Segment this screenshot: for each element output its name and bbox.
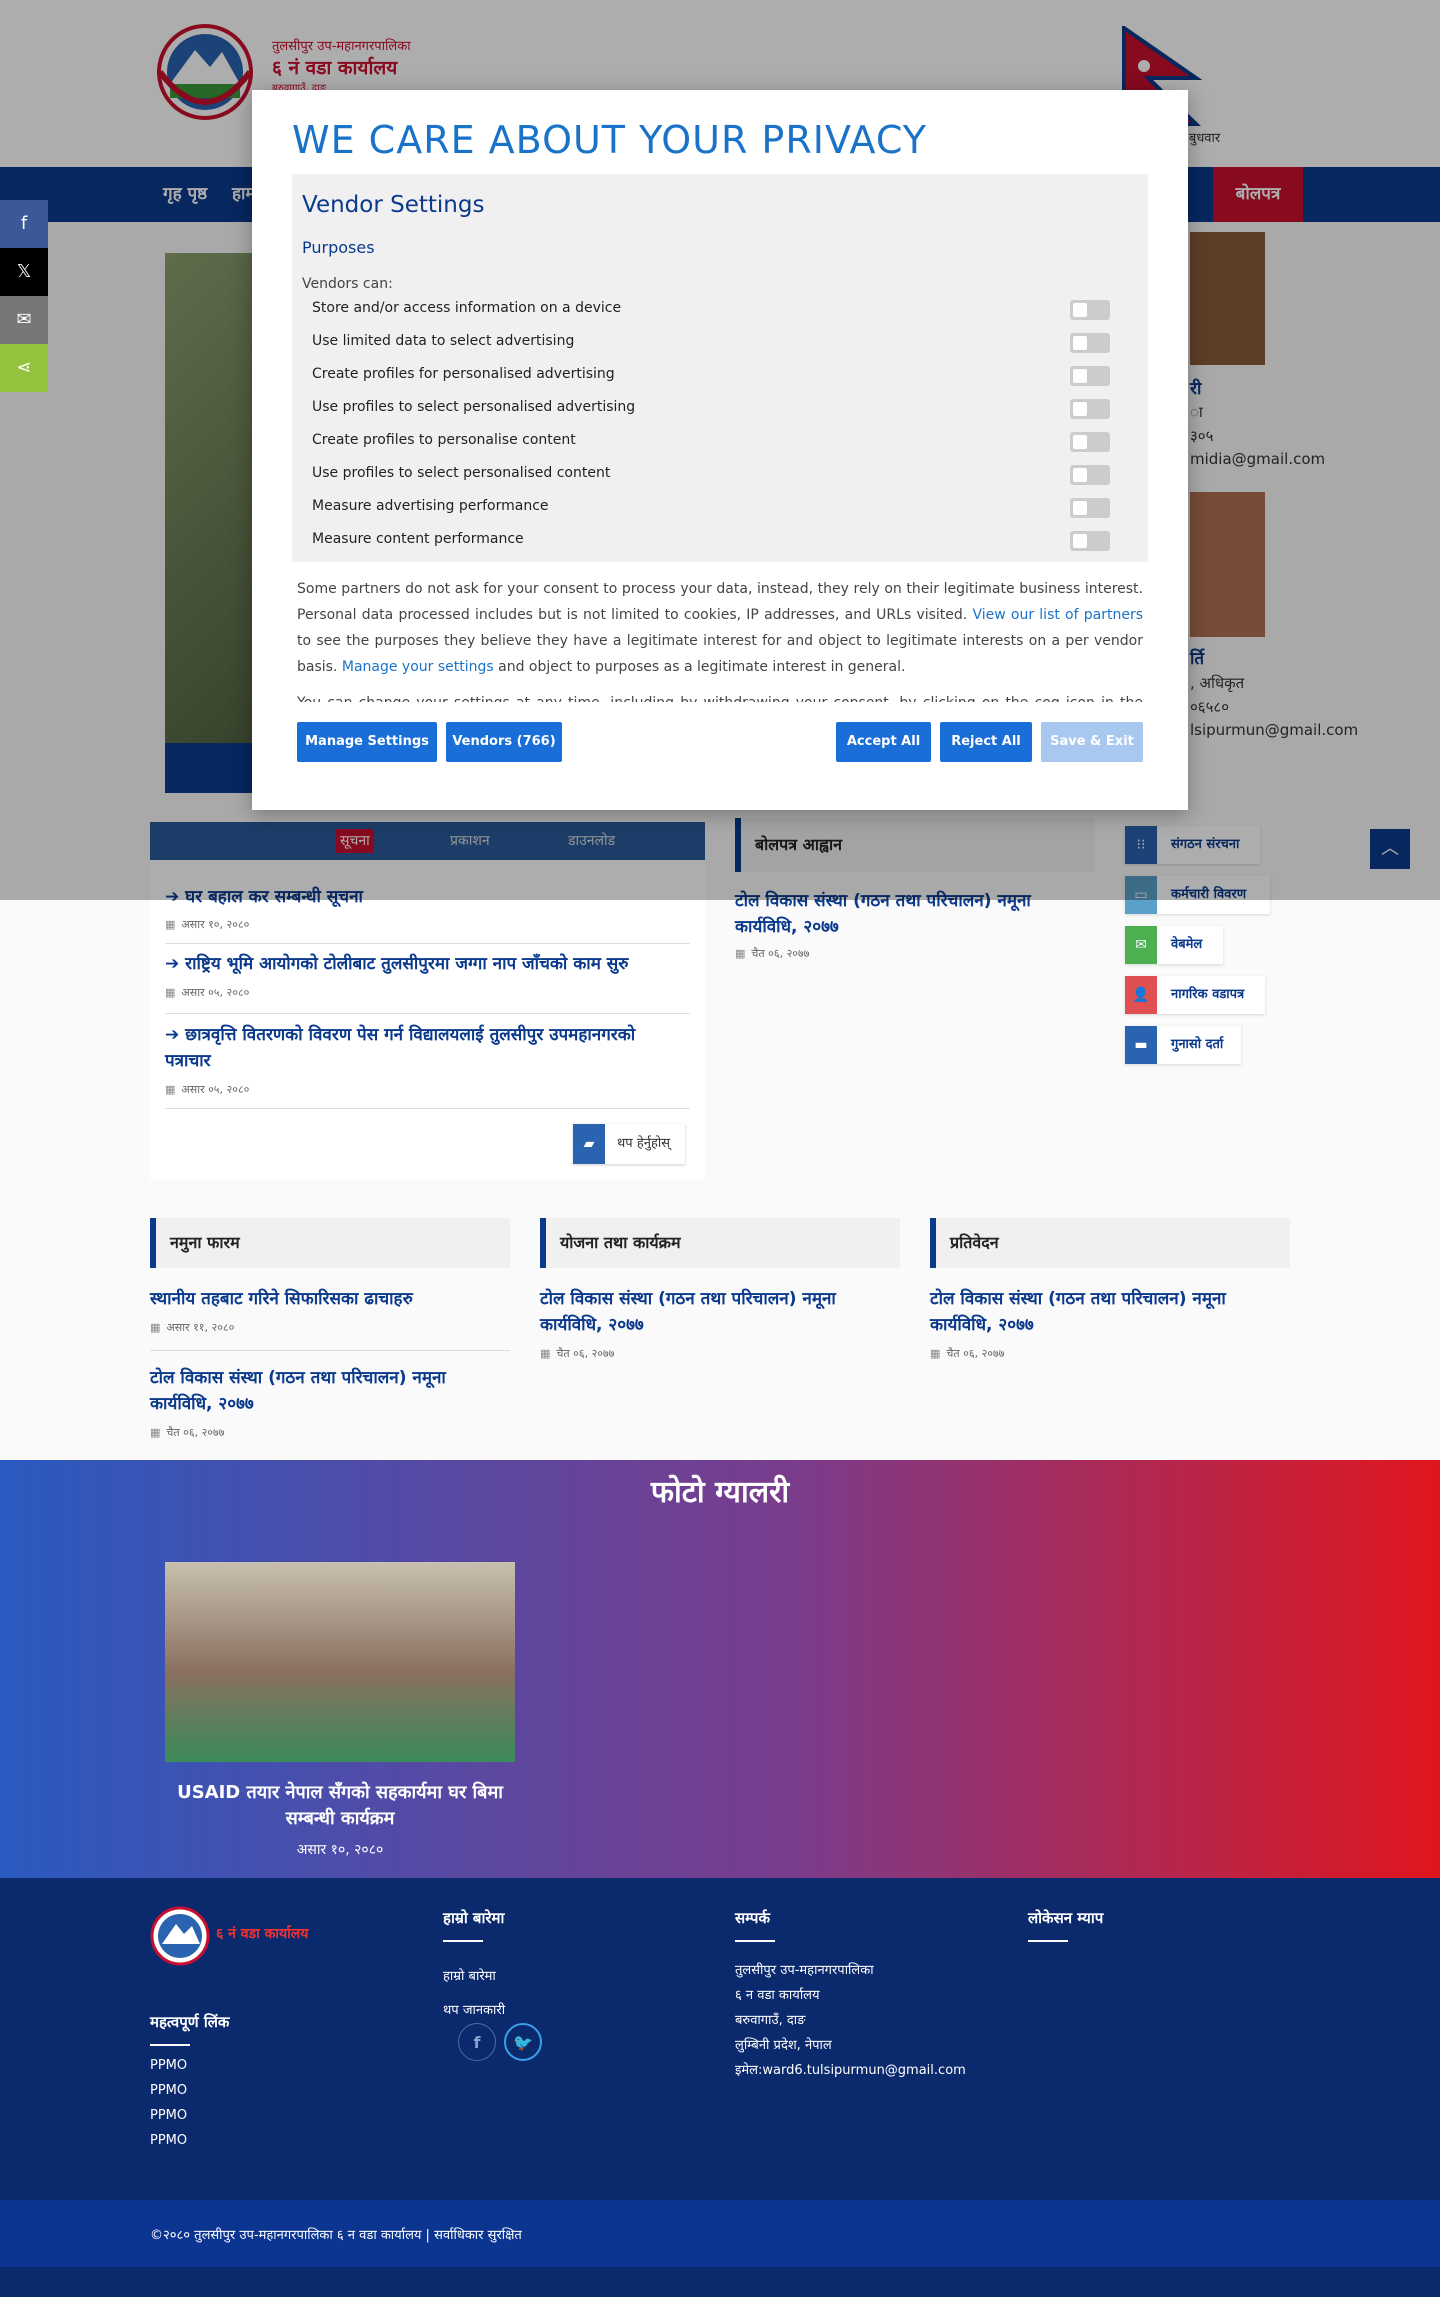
form-item-date: असार ११, २०८० <box>150 1320 234 1335</box>
consent-description: Some partners do not ask for your consen… <box>297 581 1143 702</box>
notice-title[interactable]: ➔ छात्रवृत्ति वितरणको विवरण पेस गर्न विद… <box>165 1022 645 1074</box>
divider <box>165 1108 690 1109</box>
purpose-row: Create profiles to personalise content <box>312 424 1128 457</box>
purpose-row: Use profiles to select personalised adve… <box>312 391 1128 424</box>
facebook-icon: f <box>20 213 28 234</box>
folder-icon: ▰ <box>573 1124 605 1164</box>
purpose-toggle[interactable] <box>1070 366 1110 386</box>
modal-title: WE CARE ABOUT YOUR PRIVACY <box>292 118 927 162</box>
purpose-row: Use profiles to select personalised cont… <box>312 457 1128 490</box>
contact-line: ६ न वडा कार्यालय <box>735 1988 820 2003</box>
share-facebook-button[interactable]: f <box>0 200 48 248</box>
contact-email[interactable]: इमेल:ward6.tulsipurmun@gmail.com <box>735 2060 966 2078</box>
vendors-button[interactable]: Vendors (766) <box>446 722 562 762</box>
gallery-title: फोटो ग्यालरी <box>650 1475 790 1510</box>
photo-gallery: फोटो ग्यालरी USAID तयार नेपाल सँगको सहका… <box>0 1460 1440 1878</box>
facebook-icon[interactable]: f <box>458 2023 496 2061</box>
vendor-settings-heading: Vendor Settings <box>302 192 485 218</box>
more-button[interactable]: ▰ थप हेर्नुहोस् <box>573 1124 685 1164</box>
comment-icon: ▬ <box>1125 1026 1157 1064</box>
share-icon: ⋖ <box>16 357 32 378</box>
purposes-heading: Purposes <box>302 238 375 257</box>
notice-date: असार १०, २०८० <box>165 917 249 932</box>
footer-logo[interactable] <box>150 1906 210 1966</box>
notice-title[interactable]: ➔ राष्ट्रिय भूमि आयोगको टोलीबाट तुलसीपुर… <box>165 951 685 977</box>
footer-map-title: लोकेसन म्याप <box>1028 1908 1103 1942</box>
notice-date: असार ०५, २०८० <box>165 985 249 1000</box>
user-icon: 👤 <box>1125 976 1157 1014</box>
partners-list-link[interactable]: View our list of partners <box>972 607 1143 623</box>
purpose-row: Use limited data to select advertising <box>312 325 1128 358</box>
contact-line: तुलसीपुर उप-महानगरपालिका <box>735 1963 874 1978</box>
reports-section-title: प्रतिवेदन <box>930 1218 1290 1268</box>
copyright: ©२०८० तुलसीपुर उप-महानगरपालिका ६ न वडा क… <box>150 2228 522 2243</box>
footer-link[interactable]: PPMO <box>150 2108 187 2123</box>
purpose-toggle[interactable] <box>1070 432 1110 452</box>
purpose-row: Measure advertising performance <box>312 490 1128 523</box>
divider <box>150 1350 510 1351</box>
gallery-photo[interactable] <box>165 1562 515 1762</box>
share-email-button[interactable]: ✉ <box>0 296 48 344</box>
footer-link[interactable]: PPMO <box>150 2083 187 2098</box>
purpose-toggle[interactable] <box>1070 465 1110 485</box>
plan-item-title[interactable]: टोल विकास संस्था (गठन तथा परिचालन) नमूना… <box>540 1286 880 1338</box>
form-item-date: चैत ०६, २०७७ <box>150 1425 224 1440</box>
x-icon: 𝕏 <box>16 261 32 282</box>
accept-all-button[interactable]: Accept All <box>836 722 931 762</box>
form-item-title[interactable]: स्थानीय तहबाट गरिने सिफारिसका ढाचाहरु <box>150 1286 510 1312</box>
twitter-icon[interactable]: 🐦 <box>504 2023 542 2061</box>
mail-icon: ✉ <box>1125 926 1157 964</box>
manage-settings-link[interactable]: Manage your settings <box>342 659 494 675</box>
report-item-title[interactable]: टोल विकास संस्था (गठन तथा परिचालन) नमूना… <box>930 1286 1270 1338</box>
footer-bottom-bar: ©२०८० तुलसीपुर उप-महानगरपालिका ६ न वडा क… <box>0 2200 1440 2267</box>
footer-link[interactable]: PPMO <box>150 2058 187 2073</box>
footer-about-text: हाम्रो बारेमा <box>443 1969 496 1984</box>
divider <box>165 1013 690 1014</box>
notice-date: असार ०५, २०८० <box>165 1082 249 1097</box>
site-footer: ६ नं वडा कार्यालय महत्वपूर्ण लिंक PPMO P… <box>0 1878 1440 2200</box>
email-icon: ✉ <box>16 309 32 330</box>
footer-more-info[interactable]: थप जानकारी <box>443 2000 505 2018</box>
share-more-button[interactable]: ⋖ <box>0 344 48 392</box>
contact-line: लुम्बिनी प्रदेश, नेपाल <box>735 2038 832 2053</box>
vendors-can-label: Vendors can: <box>302 276 393 292</box>
manage-settings-button[interactable]: Manage Settings <box>297 722 437 762</box>
save-exit-button[interactable]: Save & Exit <box>1041 722 1143 762</box>
reject-all-button[interactable]: Reject All <box>940 722 1032 762</box>
footer-link[interactable]: PPMO <box>150 2133 187 2148</box>
purpose-row: Create profiles for personalised adverti… <box>312 358 1128 391</box>
side-link-webmail[interactable]: ✉ वेबमेल <box>1125 926 1223 964</box>
form-item-title[interactable]: टोल विकास संस्था (गठन तथा परिचालन) नमूना… <box>150 1365 490 1417</box>
side-link-citizen-charter[interactable]: 👤 नागरिक वडापत्र <box>1125 976 1265 1014</box>
plans-section-title: योजना तथा कार्यक्रम <box>540 1218 900 1268</box>
gallery-photo-caption[interactable]: USAID तयार नेपाल सँगको सहकार्यमा घर बिमा… <box>165 1780 515 1832</box>
footer-org-name: ६ नं वडा कार्यालय <box>216 1926 309 1942</box>
purpose-toggle[interactable] <box>1070 498 1110 518</box>
contact-line: बरुवागाउँ, दाङ <box>735 2013 806 2028</box>
share-x-button[interactable]: 𝕏 <box>0 248 48 296</box>
purpose-row: Store and/or access information on a dev… <box>312 292 1128 325</box>
vendor-settings-panel[interactable]: Vendor Settings Purposes Vendors can: St… <box>292 174 1148 562</box>
footer-links-title: महत्वपूर्ण लिंक <box>150 2012 229 2046</box>
purpose-toggle[interactable] <box>1070 531 1110 551</box>
report-item-date: चैत ०६, २०७७ <box>930 1346 1004 1361</box>
plan-item-date: चैत ०६, २०७७ <box>540 1346 614 1361</box>
footer-strip <box>0 2267 1440 2297</box>
forms-section-title: नमुना फारम <box>150 1218 510 1268</box>
purpose-toggle[interactable] <box>1070 300 1110 320</box>
purpose-toggle[interactable] <box>1070 399 1110 419</box>
gallery-photo-date: असार १०, २०८० <box>296 1842 384 1858</box>
side-link-grievance[interactable]: ▬ गुनासो दर्ता <box>1125 1026 1241 1064</box>
purpose-row: Measure content performance <box>312 523 1128 556</box>
footer-about-title: हाम्रो बारेमा <box>443 1908 504 1942</box>
footer-contact-title: सम्पर्क <box>735 1908 775 1942</box>
purpose-toggle[interactable] <box>1070 333 1110 353</box>
tender-item-date: चैत ०६, २०७७ <box>735 946 809 961</box>
privacy-consent-modal: WE CARE ABOUT YOUR PRIVACY Vendor Settin… <box>252 90 1188 810</box>
more-button-label: थप हेर्नुहोस् <box>617 1136 670 1151</box>
divider <box>165 943 690 944</box>
